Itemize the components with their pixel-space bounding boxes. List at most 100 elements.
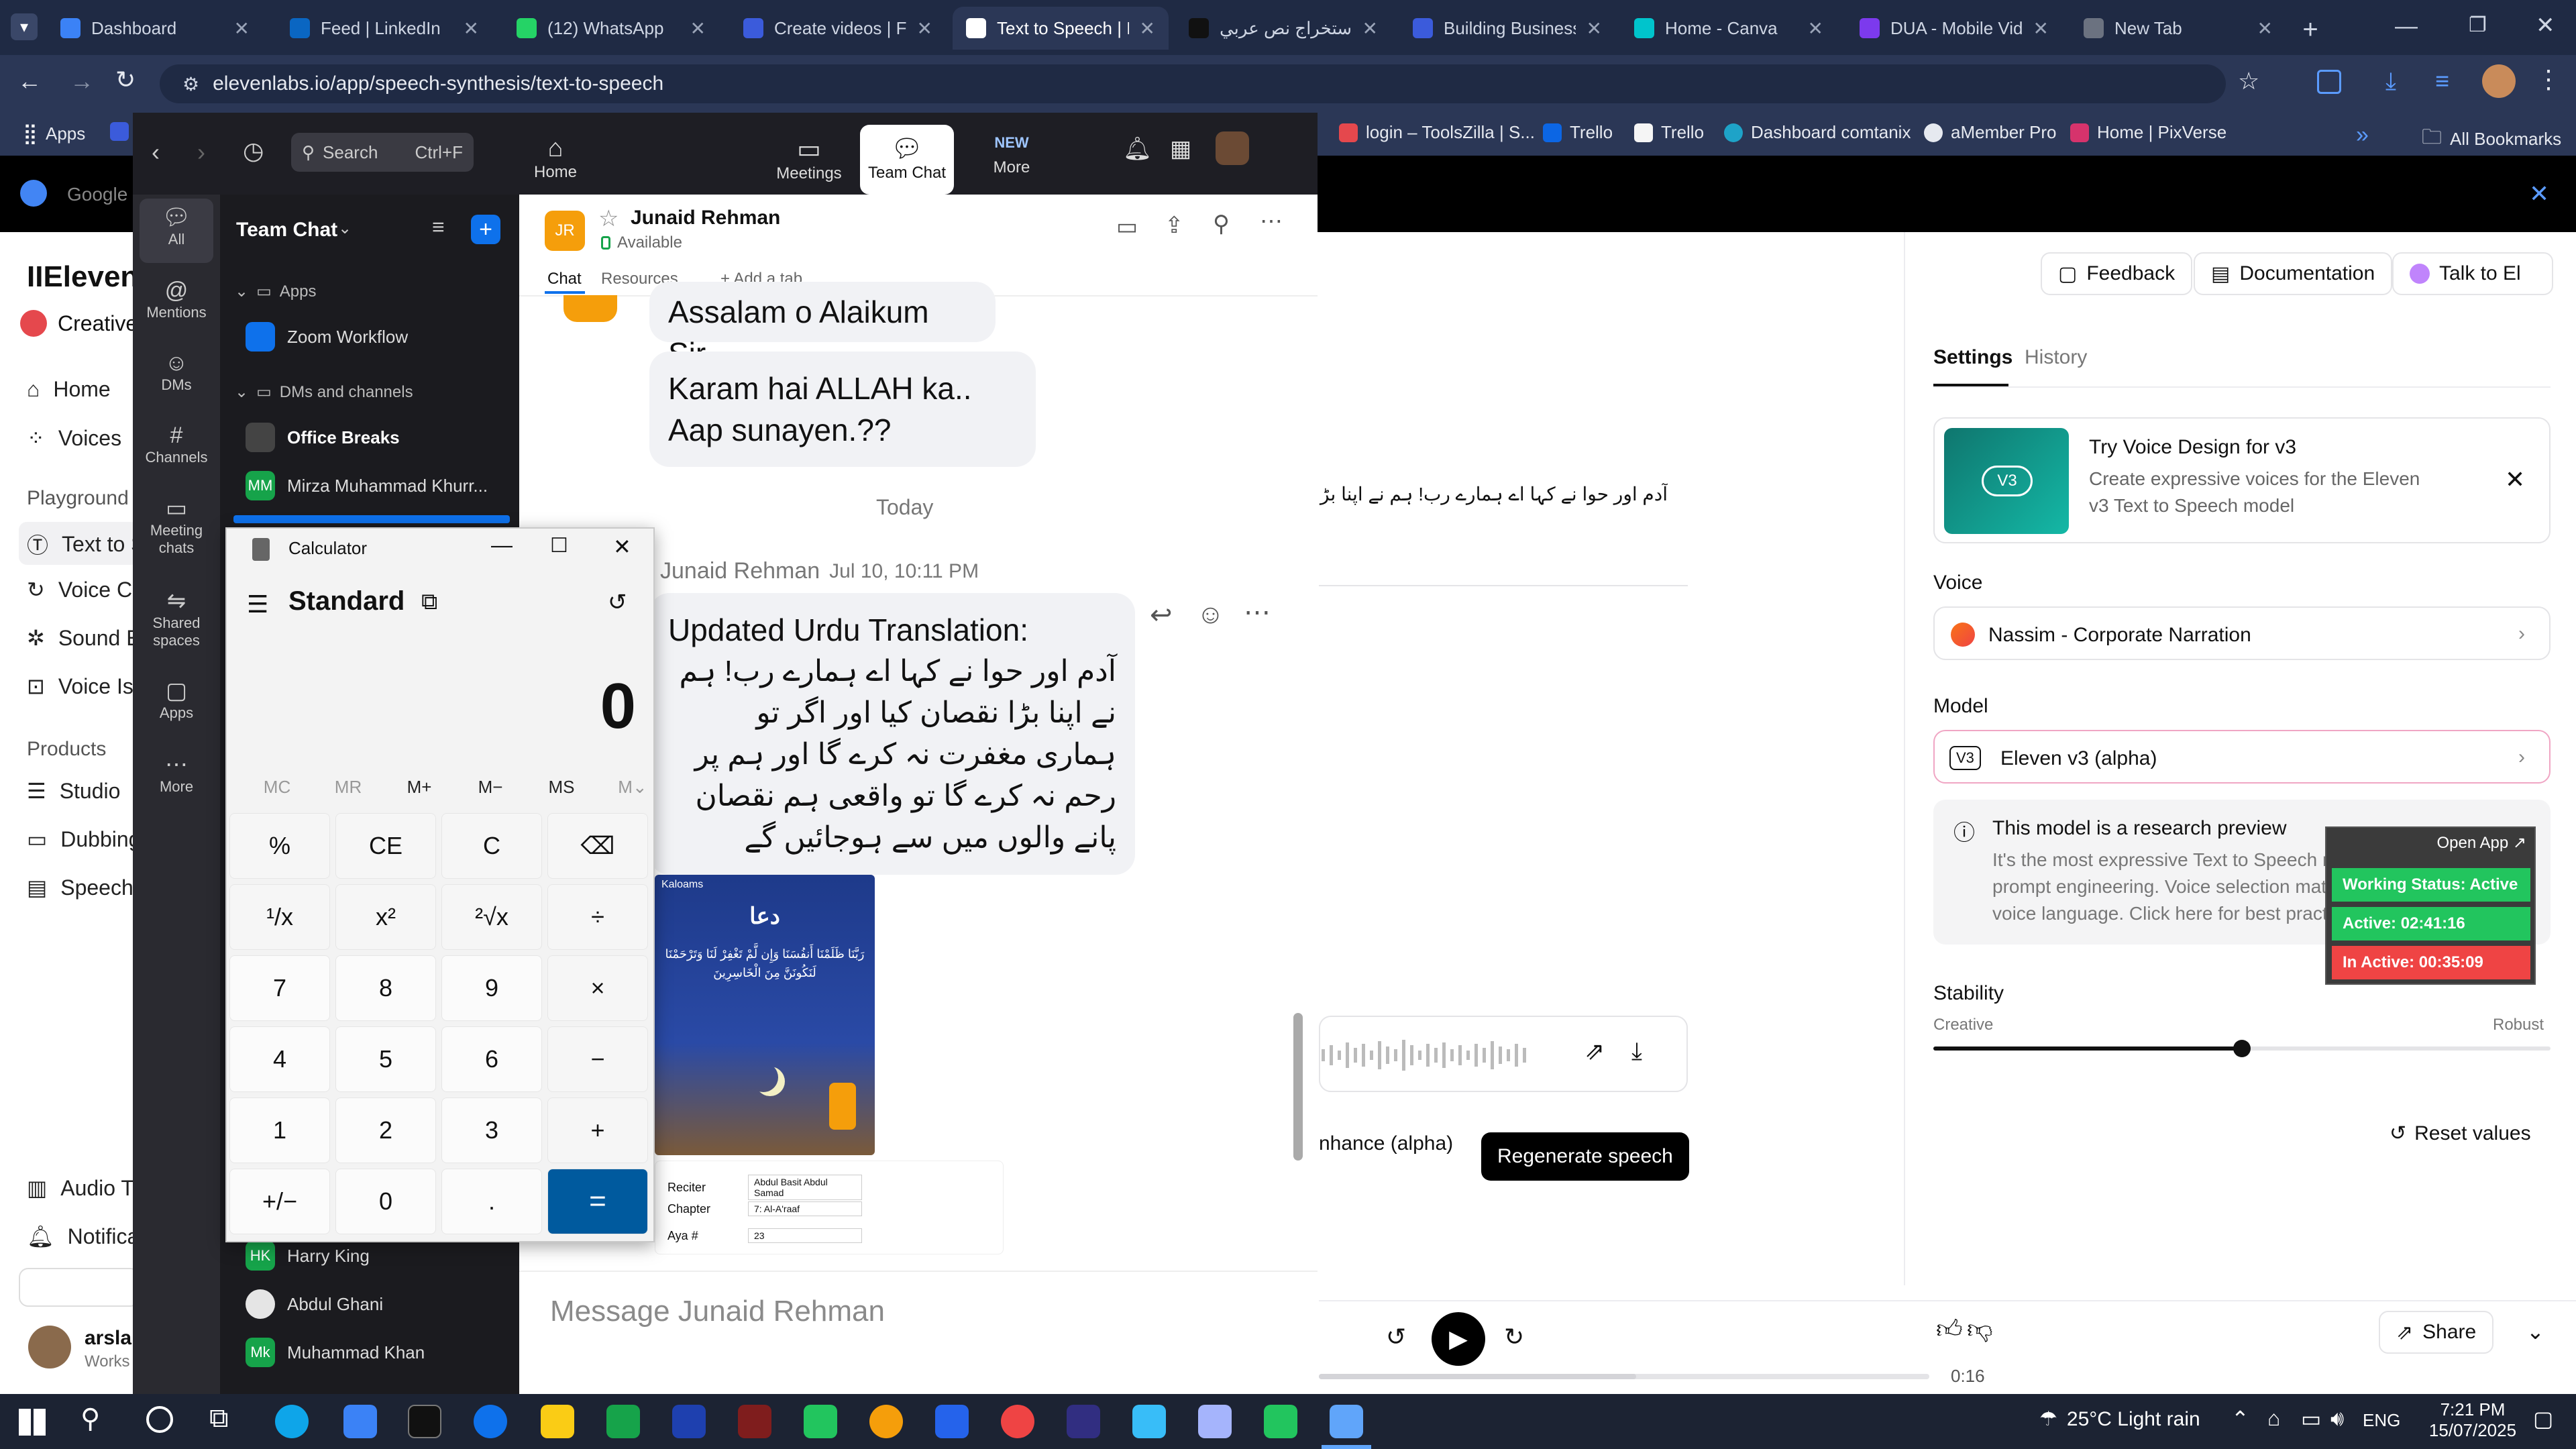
- bookmark-amember[interactable]: aMember Pro: [1924, 122, 2057, 143]
- media-icon[interactable]: ≡: [2435, 67, 2449, 95]
- premiere-icon[interactable]: [1067, 1405, 1100, 1438]
- dm-section-header[interactable]: ⌄ ▭ DMs and channels: [235, 382, 413, 402]
- site-info-icon[interactable]: ⚙: [182, 73, 199, 95]
- zoom-taskbar-icon[interactable]: [474, 1405, 507, 1438]
- blue-app-icon[interactable]: [1132, 1405, 1166, 1438]
- tab-close-icon[interactable]: ✕: [690, 17, 706, 40]
- voice-selector[interactable]: Nassim - Corporate Narration ›: [1933, 606, 2551, 660]
- forward-icon[interactable]: →: [70, 67, 94, 95]
- nav-voice-isolator[interactable]: ⊡ Voice Is: [27, 674, 133, 699]
- zoom-search-input[interactable]: ⚲ Search Ctrl+F: [291, 133, 474, 172]
- channel-harry-king[interactable]: HK Harry King: [246, 1241, 370, 1271]
- upgrade-box[interactable]: [19, 1268, 140, 1307]
- calculator-key[interactable]: ¹/x: [229, 884, 330, 950]
- chrome-profile-icon[interactable]: [1001, 1405, 1034, 1438]
- channel-abdul-ghani[interactable]: Abdul Ghani: [246, 1289, 383, 1319]
- share-button[interactable]: ⇗ Share: [2379, 1311, 2494, 1354]
- browser-tab[interactable]: استخراج نص عربي ✕: [1175, 7, 1391, 50]
- browser-tab[interactable]: (12) WhatsApp ✕: [503, 7, 719, 50]
- calculator-key[interactable]: 7: [229, 955, 330, 1021]
- cortana-icon[interactable]: [146, 1406, 173, 1433]
- vscode-icon[interactable]: [935, 1405, 969, 1438]
- filter-icon[interactable]: ≡: [432, 215, 445, 239]
- reset-values-button[interactable]: ↺ Reset values: [2390, 1122, 2531, 1145]
- calculator-key[interactable]: +/−: [229, 1169, 330, 1234]
- tab-close-icon[interactable]: ✕: [917, 17, 932, 40]
- calculator-key[interactable]: −: [547, 1026, 648, 1092]
- network-icon[interactable]: ⌂: [2267, 1406, 2280, 1431]
- emoji-icon[interactable]: ☺: [1197, 600, 1224, 630]
- windows-start-icon[interactable]: [19, 1409, 46, 1436]
- profile-avatar[interactable]: [2482, 64, 2516, 98]
- calculator-key[interactable]: ×: [547, 955, 648, 1021]
- share-screen-icon[interactable]: ⇪: [1165, 212, 1184, 239]
- memory-button[interactable]: M+: [389, 777, 449, 798]
- bookmark-apps[interactable]: ⣿ Apps: [23, 122, 85, 146]
- workspace-creative[interactable]: Creative: [20, 310, 138, 337]
- app-zoom-workflow[interactable]: Zoom Workflow: [246, 322, 408, 352]
- rail-item[interactable]: ▭ Meeting chats: [133, 495, 220, 557]
- model-selector[interactable]: V3 Eleven v3 (alpha) ›: [1933, 730, 2551, 784]
- tab-history[interactable]: History: [2025, 346, 2087, 369]
- tab-close-icon[interactable]: ✕: [2257, 17, 2273, 40]
- calculator-key[interactable]: 4: [229, 1026, 330, 1092]
- green-app-2-icon[interactable]: [1264, 1405, 1297, 1438]
- green-app-icon[interactable]: [804, 1405, 837, 1438]
- rail-item[interactable]: ⇋ Shared spaces: [133, 588, 220, 649]
- rail-item[interactable]: @ Mentions: [133, 278, 220, 321]
- memory-button[interactable]: MS: [531, 777, 592, 798]
- chrome-icon[interactable]: [869, 1405, 903, 1438]
- memory-button[interactable]: M−: [460, 777, 521, 798]
- zoom-nav-meetings[interactable]: ▭ Meetings: [762, 134, 856, 183]
- back-icon[interactable]: ←: [17, 67, 42, 95]
- calculator-taskbar-icon[interactable]: [1330, 1405, 1363, 1438]
- download-icon[interactable]: ⤓: [2385, 67, 2396, 96]
- browser-tab[interactable]: Create videos | Fr ✕: [730, 7, 946, 50]
- edge-icon[interactable]: [275, 1405, 309, 1438]
- play-button[interactable]: ▶: [1432, 1312, 1485, 1366]
- task-view-icon[interactable]: ⧉: [209, 1403, 229, 1434]
- tab-close-icon[interactable]: ✕: [1808, 17, 1823, 40]
- bookmark-grid-icon[interactable]: [110, 122, 129, 141]
- new-tab-button[interactable]: +: [2290, 9, 2330, 50]
- video-call-icon[interactable]: ▭: [1116, 213, 1138, 240]
- documentation-button[interactable]: ▤ Documentation: [2194, 252, 2393, 295]
- zoom-nav-team-chat[interactable]: 💬︎ Team Chat: [860, 125, 954, 195]
- tab-close-icon[interactable]: ✕: [1587, 17, 1602, 40]
- thumbs-up-icon[interactable]: 👍︎: [1936, 1315, 1963, 1345]
- hamburger-icon[interactable]: ☰: [247, 590, 268, 619]
- calculator-key[interactable]: %: [229, 813, 330, 879]
- stability-handle[interactable]: [2233, 1040, 2251, 1057]
- quran-form-image[interactable]: Reciter Abdul Basit Abdul Samad Chapter 7: …: [655, 1161, 1004, 1254]
- tab-close-icon[interactable]: ✕: [2033, 17, 2049, 40]
- restore-icon[interactable]: ❐: [2469, 13, 2487, 37]
- nav-dubbing[interactable]: ▭ Dubbing: [27, 826, 140, 852]
- apps-section-header[interactable]: ⌄ ▭ Apps: [235, 282, 317, 301]
- rail-item[interactable]: ▢ Apps: [133, 678, 220, 722]
- volume-icon[interactable]: 🔊︎: [2330, 1406, 2344, 1432]
- more-bookmarks-icon[interactable]: »: [2356, 122, 2369, 148]
- bookmark-star-icon[interactable]: ☆: [2238, 67, 2259, 95]
- promo-close-icon[interactable]: ✕: [2505, 466, 2525, 494]
- tab-close-icon[interactable]: ✕: [464, 17, 479, 40]
- all-bookmarks[interactable]: 🗀 All Bookmarks: [2422, 122, 2561, 156]
- zoom-history-icon[interactable]: ◷: [243, 137, 264, 165]
- bookmark-toolszilla[interactable]: login – ToolsZilla | S...: [1339, 122, 1535, 143]
- calculator-key[interactable]: 1: [229, 1097, 330, 1163]
- nav-voices[interactable]: ⁘ Voices: [27, 425, 121, 451]
- terminal-icon[interactable]: [408, 1405, 441, 1438]
- regenerate-speech-button[interactable]: Regenerate speech: [1481, 1132, 1689, 1181]
- calculator-key[interactable]: 8: [335, 955, 436, 1021]
- favorite-star-icon[interactable]: ☆: [598, 205, 619, 232]
- rail-item[interactable]: ☺ DMs: [133, 350, 220, 394]
- notes-app-icon[interactable]: [1198, 1405, 1232, 1438]
- rail-item[interactable]: ⋯ More: [133, 751, 220, 796]
- rail-item[interactable]: 💬︎ All: [133, 204, 220, 248]
- browser-tab[interactable]: Dashboard ✕: [47, 7, 263, 50]
- zoom-forward-icon[interactable]: ›: [197, 138, 205, 166]
- minimize-icon[interactable]: —: [2395, 13, 2418, 40]
- bookmark-pixverse[interactable]: Home | PixVerse: [2070, 122, 2226, 143]
- calc-close-icon[interactable]: ✕: [613, 534, 631, 559]
- calculator-key[interactable]: 0: [335, 1169, 436, 1234]
- rail-item[interactable]: # Channels: [133, 423, 220, 466]
